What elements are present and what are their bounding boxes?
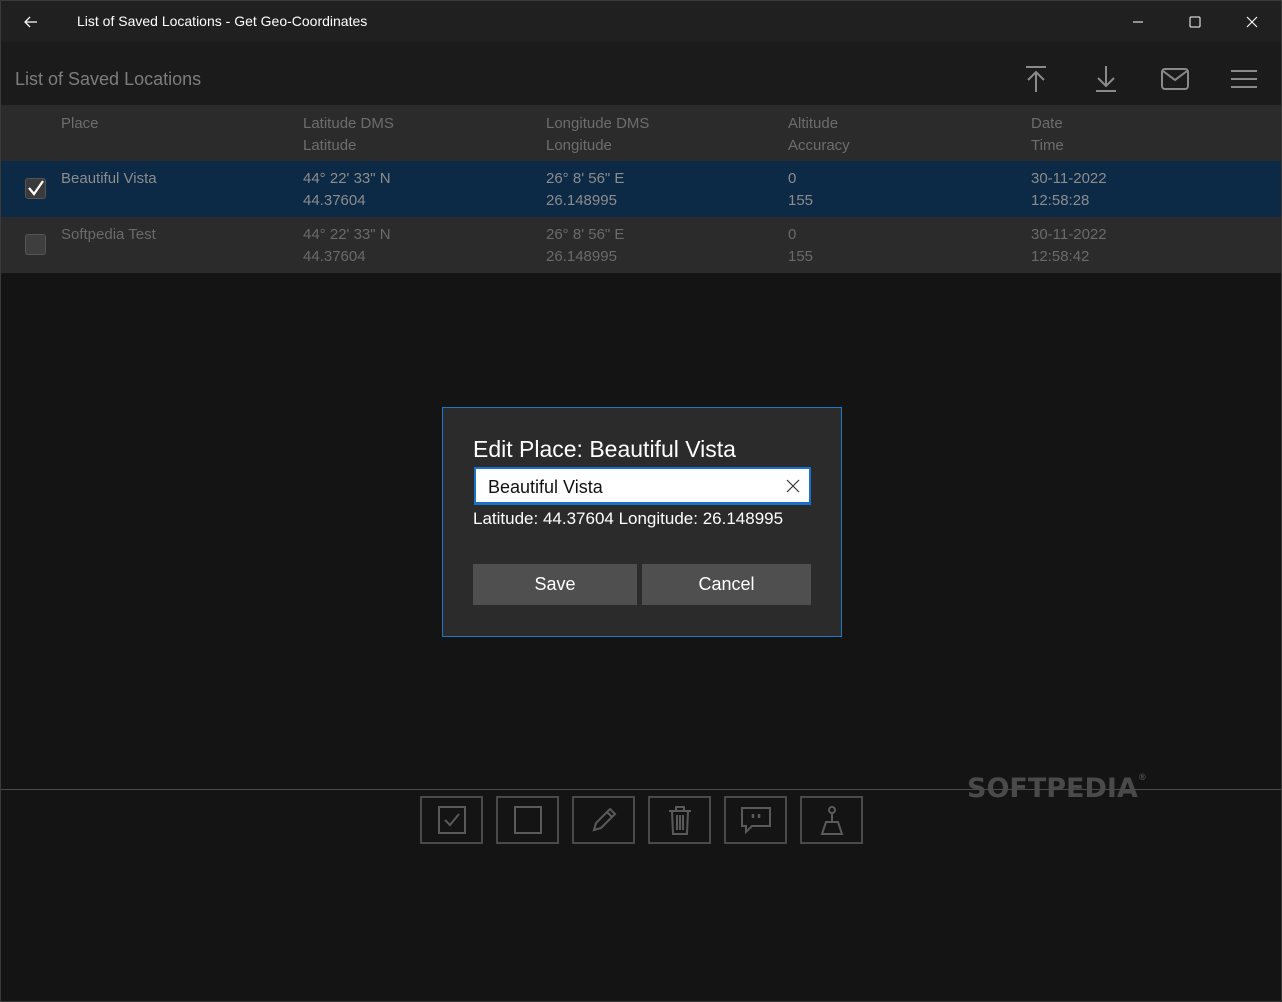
longitude-value: 26.148995 (546, 248, 617, 265)
delete-button[interactable] (648, 796, 711, 844)
place-cell: Beautiful Vista (61, 168, 157, 190)
latitude-dms: 44° 22' 33" N (303, 170, 391, 187)
table-row[interactable]: Softpedia Test 44° 22' 33" N 44.37604 26… (1, 217, 1281, 273)
arrow-left-icon (24, 16, 37, 28)
row-checkbox[interactable] (25, 234, 46, 255)
menu-button[interactable] (1224, 62, 1264, 96)
time-value: 12:58:28 (1031, 192, 1090, 209)
page-title: List of Saved Locations (15, 69, 202, 89)
accuracy-value: 155 (788, 192, 814, 209)
longitude-dms: 26° 8' 56" E (546, 170, 625, 187)
app-window: List of Saved Locations - Get Geo-Coordi… (0, 0, 1282, 1002)
place-name-input[interactable] (488, 475, 778, 499)
place-name: Beautiful Vista (61, 170, 157, 187)
show-on-map-button[interactable] (800, 796, 863, 844)
mail-button[interactable] (1155, 62, 1195, 96)
upload-button[interactable] (1016, 62, 1056, 96)
app-header: List of Saved Locations (1, 42, 1281, 105)
column-header-latitude[interactable]: Latitude DMS Latitude (303, 113, 394, 157)
edit-place-dialog: Edit Place: Beautiful Vista Latitude: 44… (442, 407, 842, 637)
accuracy-value: 155 (788, 248, 814, 265)
row-checkbox[interactable] (25, 178, 46, 199)
longitude-cell: 26° 8' 56" E 26.148995 (546, 224, 624, 268)
softpedia-watermark: SOFTPEDIA® (967, 773, 1147, 804)
altitude-value: 0 (788, 170, 797, 187)
deselect-icon (513, 806, 542, 834)
column-header-place[interactable]: Place (61, 113, 99, 135)
column-header-date[interactable]: Date Time (1031, 113, 1064, 157)
latitude-cell: 44° 22' 33" N 44.37604 (303, 224, 391, 268)
comment-icon (740, 807, 771, 835)
deselect-all-button[interactable] (496, 796, 559, 844)
latitude-dms: 44° 22' 33" N (303, 226, 391, 243)
date-cell: 30-11-2022 12:58:28 (1031, 168, 1107, 212)
mail-icon (1161, 68, 1189, 90)
table-header: Place Latitude DMS Latitude Longitude DM… (1, 105, 1281, 161)
place-cell: Softpedia Test (61, 224, 156, 246)
download-icon (1096, 66, 1116, 92)
clear-icon[interactable] (785, 478, 801, 494)
close-button[interactable] (1229, 1, 1275, 42)
edit-button[interactable] (572, 796, 635, 844)
header-label: Date (1031, 115, 1063, 132)
header-label: Longitude DMS (546, 115, 650, 132)
header-label: Time (1031, 137, 1064, 154)
maximize-button[interactable] (1172, 1, 1218, 42)
date-value: 30-11-2022 (1031, 170, 1107, 187)
select-all-icon (437, 806, 466, 834)
altitude-cell: 0 155 (788, 224, 813, 268)
header-label: Latitude (303, 137, 357, 154)
place-name-field[interactable] (474, 467, 811, 505)
dialog-title: Edit Place: Beautiful Vista (473, 436, 736, 462)
title-bar: List of Saved Locations - Get Geo-Coordi… (1, 1, 1281, 42)
header-label: Place (61, 115, 99, 132)
window-title: List of Saved Locations - Get Geo-Coordi… (77, 13, 368, 29)
comment-button[interactable] (724, 796, 787, 844)
place-name: Softpedia Test (61, 226, 156, 243)
altitude-cell: 0 155 (788, 168, 813, 212)
date-cell: 30-11-2022 12:58:42 (1031, 224, 1107, 268)
close-icon (1246, 16, 1258, 27)
coordinates-text: Latitude: 44.37604 Longitude: 26.148995 (473, 509, 784, 528)
table-row[interactable]: Beautiful Vista 44° 22' 33" N 44.37604 2… (1, 161, 1281, 217)
latitude-cell: 44° 22' 33" N 44.37604 (303, 168, 391, 212)
edit-icon (592, 807, 616, 832)
checkmark-icon (28, 180, 44, 196)
latitude-value: 44.37604 (303, 248, 366, 265)
longitude-value: 26.148995 (546, 192, 617, 209)
date-value: 30-11-2022 (1031, 226, 1107, 243)
download-button[interactable] (1086, 62, 1126, 96)
minimize-button[interactable] (1115, 1, 1161, 42)
altitude-value: 0 (788, 226, 797, 243)
menu-icon (1231, 70, 1257, 88)
header-label: Accuracy (788, 137, 850, 154)
map-pin-icon (820, 806, 843, 835)
maximize-icon (1189, 16, 1201, 27)
delete-icon (668, 806, 691, 835)
latitude-value: 44.37604 (303, 192, 366, 209)
cancel-button[interactable]: Cancel (642, 564, 811, 605)
minimize-icon (1133, 21, 1143, 22)
longitude-dms: 26° 8' 56" E (546, 226, 625, 243)
header-label: Latitude DMS (303, 115, 394, 132)
back-button[interactable] (19, 10, 43, 34)
longitude-cell: 26° 8' 56" E 26.148995 (546, 168, 624, 212)
upload-icon (1026, 66, 1046, 92)
header-label: Longitude (546, 137, 612, 154)
column-header-altitude[interactable]: Altitude Accuracy (788, 113, 850, 157)
save-button[interactable]: Save (473, 564, 637, 605)
header-label: Altitude (788, 115, 839, 132)
select-all-button[interactable] (420, 796, 483, 844)
time-value: 12:58:42 (1031, 248, 1090, 265)
column-header-longitude[interactable]: Longitude DMS Longitude (546, 113, 649, 157)
